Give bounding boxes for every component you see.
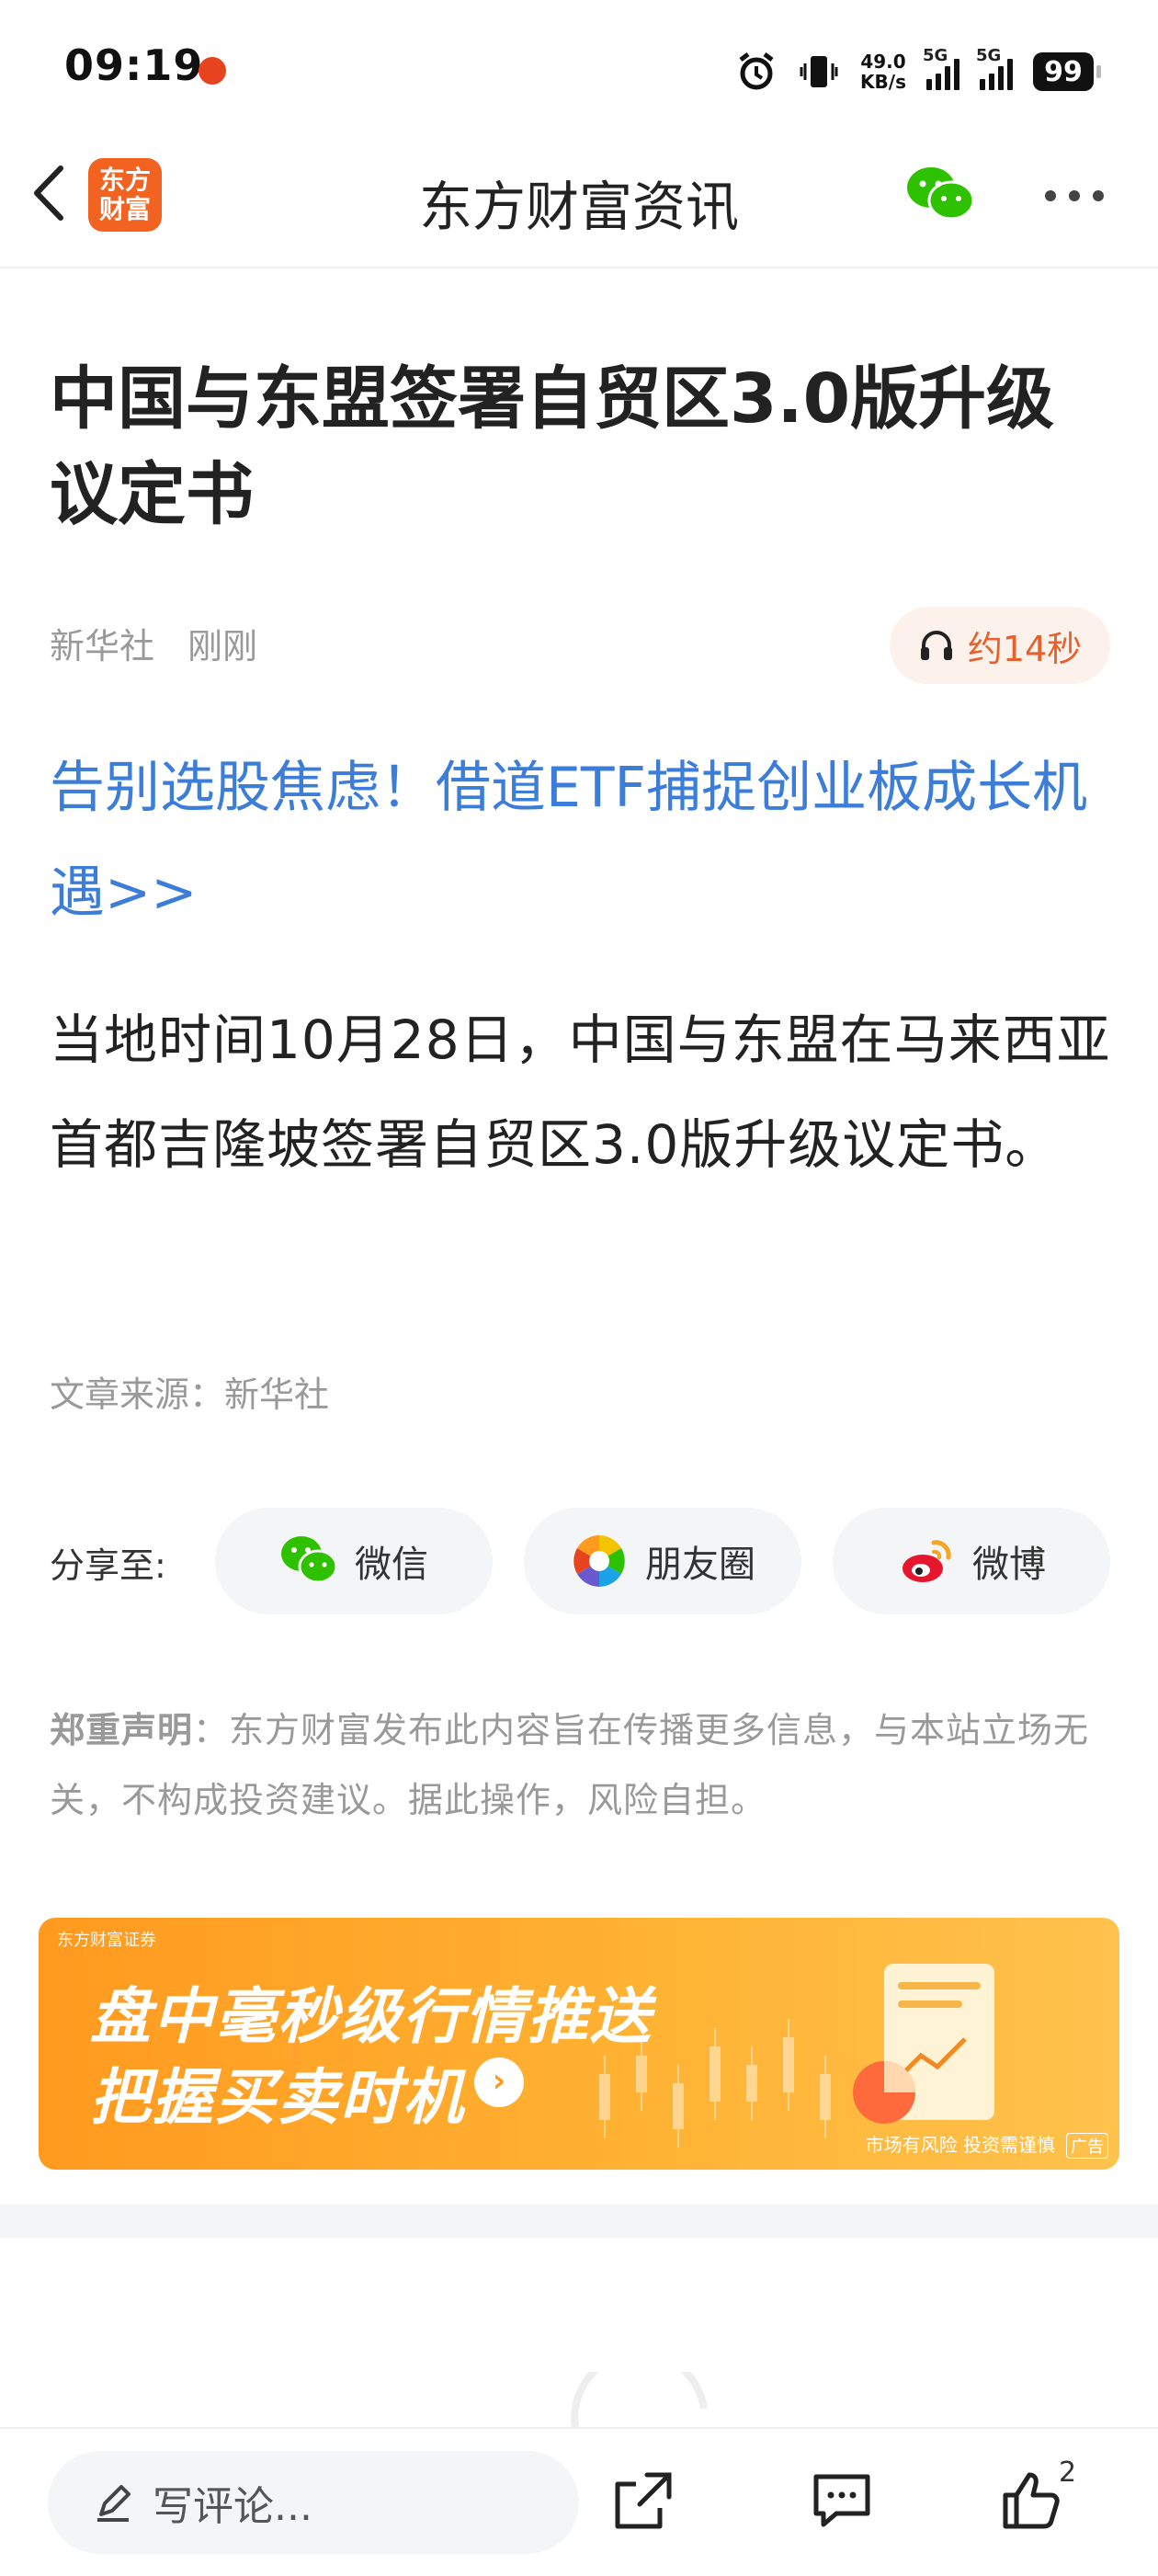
network-speed: 49.0 KB/s xyxy=(860,51,906,92)
like-thumbs-up-icon[interactable] xyxy=(998,2468,1064,2534)
status-icons: 49.0 KB/s 5G 5G 99 xyxy=(735,46,1101,97)
status-bar: 09:19 49.0 KB/s 5G 5G 99 xyxy=(0,0,1158,138)
article-headline: 中国与东盟签署自贸区3.0版升级议定书 xyxy=(50,359,1055,534)
disclaimer-text: ：东方财富发布此内容旨在传播更多信息，与本站立场无关，不构成投资建议。据此操作，… xyxy=(50,1710,1090,1820)
section-divider xyxy=(0,2205,1158,2238)
net-speed-unit: KB/s xyxy=(860,71,906,93)
comments-icon[interactable] xyxy=(809,2468,875,2534)
net-speed-value: 49.0 xyxy=(860,51,906,73)
article-meta: 新华社 刚刚 xyxy=(50,618,257,668)
share-external-icon[interactable] xyxy=(610,2468,676,2534)
share-weibo-button[interactable]: 微博 xyxy=(833,1508,1110,1614)
signal-strength-2: 5G xyxy=(976,46,1013,90)
like-count: 2 xyxy=(1059,2456,1077,2489)
comment-input[interactable]: 写评论... xyxy=(48,2451,579,2554)
wechat-icon xyxy=(281,1536,338,1584)
disclaimer-title: 郑重声明 xyxy=(50,1710,194,1750)
network-type-label: 5G xyxy=(976,46,1002,65)
share-moments-label: 朋友圈 xyxy=(645,1544,755,1586)
article-time: 刚刚 xyxy=(187,626,258,667)
alarm-icon xyxy=(739,52,774,90)
article-source: 新华社 xyxy=(50,626,155,667)
comment-placeholder: 写评论... xyxy=(153,2483,312,2530)
notification-app-icon xyxy=(199,57,226,85)
ad-banner[interactable]: 东方财富证券 盘中毫秒级行情推送 把握买卖时机 › 市场有风险 投资需谨慎 广告 xyxy=(39,1918,1119,2170)
ad-brand: 东方财富证券 xyxy=(57,1931,156,1950)
status-time: 09:19 xyxy=(64,40,204,90)
report-document-icon xyxy=(853,1964,994,2124)
more-options-icon[interactable] xyxy=(1044,189,1105,202)
share-moments-button[interactable]: 朋友圈 xyxy=(524,1508,801,1614)
loading-placeholder-icon xyxy=(571,2372,708,2427)
share-label: 分享至: xyxy=(50,1545,166,1586)
share-wechat-button[interactable]: 微信 xyxy=(215,1508,493,1614)
headphones-icon xyxy=(920,631,952,660)
ad-label: 广告 xyxy=(1066,2133,1108,2159)
pencil-icon xyxy=(97,2485,131,2522)
article-source-line: 文章来源：新华社 xyxy=(50,1374,330,1415)
ad-risk-warning: 市场有风险 投资需谨慎 xyxy=(865,2134,1055,2156)
moments-icon xyxy=(573,1535,625,1587)
listen-audio-button[interactable]: 约14秒 xyxy=(890,607,1110,684)
article-body: 当地时间10月28日，中国与东盟在马来西亚首都吉隆坡签署自贸区3.0版升级议定书… xyxy=(50,1009,1111,1176)
battery-indicator: 99 xyxy=(1033,52,1101,91)
disclaimer: 郑重声明：东方财富发布此内容旨在传播更多信息，与本站立场无关，不构成投资建议。据… xyxy=(50,1695,1116,1835)
network-type-label: 5G xyxy=(923,46,948,65)
ad-arrow-icon: › xyxy=(474,2057,524,2107)
promo-link[interactable]: 告别选股焦虑！借道ETF捕捉创业板成长机遇>> xyxy=(50,735,1116,945)
share-wechat-label: 微信 xyxy=(355,1544,428,1586)
vibrate-icon xyxy=(800,56,838,87)
weibo-icon xyxy=(903,1540,951,1582)
share-weibo-label: 微博 xyxy=(972,1544,1046,1586)
page-title: 东方财富资讯 xyxy=(418,176,739,238)
ad-headline-2: 把握买卖时机 xyxy=(90,2062,465,2133)
ad-headline-1: 盘中毫秒级行情推送 xyxy=(90,1981,653,2052)
signal-strength-1: 5G xyxy=(923,46,959,90)
audio-duration: 约14秒 xyxy=(967,628,1083,669)
wechat-share-icon[interactable] xyxy=(905,164,975,222)
